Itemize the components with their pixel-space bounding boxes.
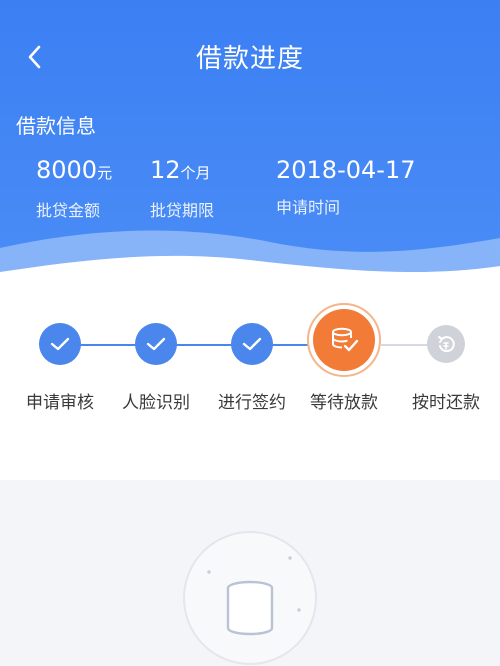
step-awaiting-disbursement: 等待放款 bbox=[299, 323, 389, 413]
step-label: 申请审核 bbox=[26, 393, 94, 413]
approved-term-value: 12 bbox=[150, 156, 181, 184]
step-label: 人脸识别 bbox=[122, 393, 190, 413]
step-done-dot bbox=[231, 323, 273, 365]
step-label: 等待放款 bbox=[310, 393, 378, 413]
approved-term-unit: 个月 bbox=[180, 164, 211, 182]
application-date: 2018-04-17 申请时间 bbox=[276, 156, 415, 218]
step-label: 进行签约 bbox=[218, 393, 286, 413]
step-done-dot bbox=[39, 323, 81, 365]
application-date-label: 申请时间 bbox=[276, 198, 341, 217]
check-icon bbox=[242, 337, 262, 351]
page-title: 借款进度 bbox=[195, 44, 304, 74]
repay-return-icon bbox=[438, 336, 455, 353]
step-done-dot bbox=[135, 323, 177, 365]
approved-amount-unit: 元 bbox=[97, 164, 113, 182]
approved-term: 12个月 批贷期限 bbox=[150, 156, 214, 221]
approved-amount-label: 批贷金额 bbox=[36, 201, 101, 220]
approved-term-label: 批贷期限 bbox=[150, 201, 215, 220]
progress-steps: 申请审核 人脸识别 进行签约 等待放款 按时还款 bbox=[0, 275, 500, 480]
step-signing: 进行签约 bbox=[207, 323, 297, 413]
loan-header: 借款进度 借款信息 8000元 批贷金额 12个月 批贷期限 2018-04-1… bbox=[0, 0, 500, 290]
step-repay-on-time: 按时还款 bbox=[401, 323, 491, 413]
loan-info-title: 借款信息 bbox=[16, 114, 96, 138]
step-face-verify: 人脸识别 bbox=[111, 323, 201, 413]
approved-amount: 8000元 批贷金额 bbox=[36, 156, 112, 221]
progress-card: 申请审核 人脸识别 进行签约 等待放款 按时还款 bbox=[0, 275, 500, 480]
step-apply-review: 申请审核 bbox=[15, 323, 105, 413]
step-label: 按时还款 bbox=[412, 393, 480, 413]
coin-stack-icon bbox=[226, 580, 274, 636]
check-icon bbox=[50, 337, 70, 351]
check-icon bbox=[146, 337, 166, 351]
approved-amount-value: 8000 bbox=[36, 156, 98, 184]
application-date-value: 2018-04-17 bbox=[276, 156, 416, 184]
waiting-disbursement-illustration bbox=[183, 531, 317, 665]
step-pending-dot bbox=[427, 325, 465, 363]
